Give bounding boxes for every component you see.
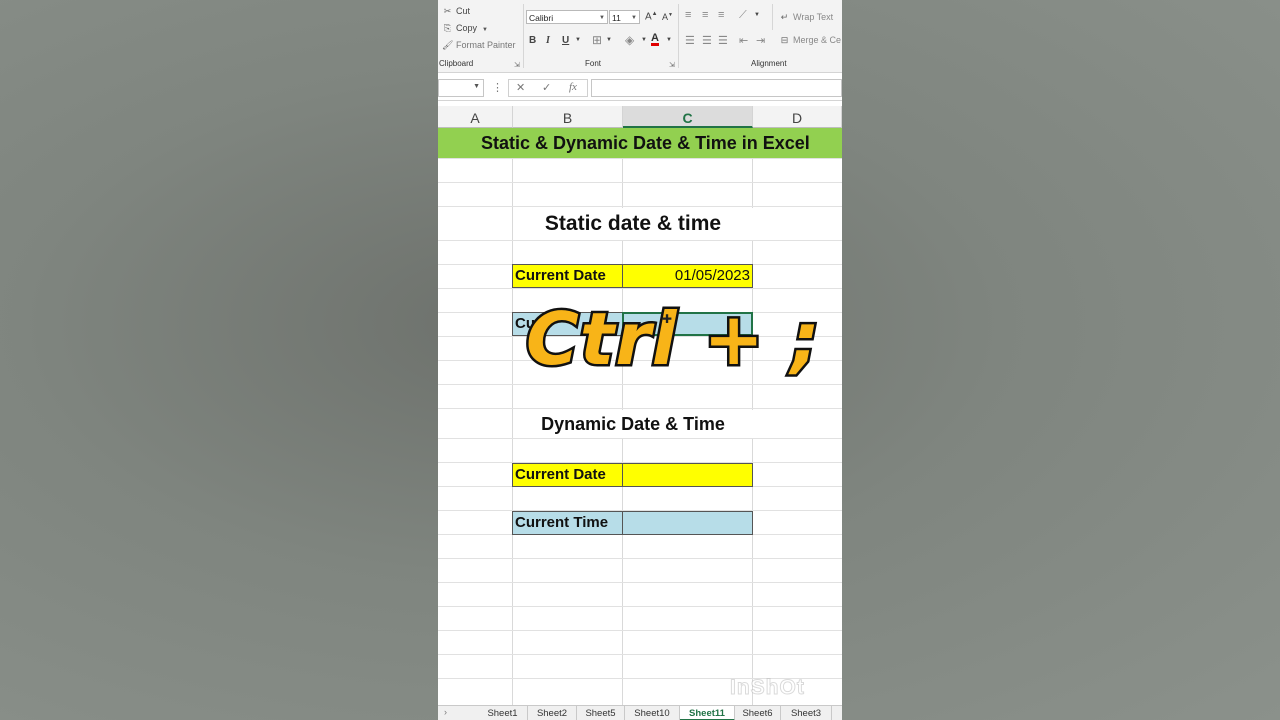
formula-menu-icon: ⋮: [492, 82, 503, 94]
font-color-dropdown-icon[interactable]: ▼: [666, 37, 672, 43]
gridline: [438, 558, 842, 559]
static-heading[interactable]: Static date & time: [513, 208, 753, 240]
wrap-text-button[interactable]: ↵ Wrap Text: [779, 12, 833, 23]
static-date-label[interactable]: Current Date: [512, 264, 624, 288]
worksheet-grid[interactable]: A B C D Static & Dynamic Date & Time in …: [438, 106, 842, 705]
align-top-icon[interactable]: ≡: [685, 9, 691, 21]
formula-input[interactable]: [591, 79, 842, 97]
gridline: [438, 182, 842, 183]
dynamic-time-label[interactable]: Current Time: [512, 511, 624, 535]
clipboard-group-label: Clipboard: [439, 59, 474, 68]
orientation-dropdown-icon[interactable]: ▼: [754, 12, 760, 18]
name-box[interactable]: ▼: [438, 79, 484, 97]
tab-sheet11[interactable]: Sheet11: [680, 706, 735, 720]
gridline: [438, 438, 842, 439]
fill-dropdown-icon[interactable]: ▼: [641, 37, 647, 43]
copy-button[interactable]: ⎘ Copy ▼: [442, 23, 488, 34]
tab-sheet5[interactable]: Sheet5: [577, 706, 625, 720]
gridline: [438, 240, 842, 241]
chevron-down-icon: ▼: [473, 83, 480, 90]
gridline: [438, 158, 842, 159]
align-left-icon[interactable]: ☰: [685, 34, 695, 47]
tab-sheet3[interactable]: Sheet3: [781, 706, 832, 720]
column-header-a[interactable]: A: [438, 106, 513, 128]
static-date-value[interactable]: 01/05/2023: [622, 264, 753, 288]
dynamic-date-value[interactable]: [622, 463, 753, 487]
clipboard-launcher-icon[interactable]: ⇲: [514, 61, 520, 69]
tab-sheet2[interactable]: Sheet2: [528, 706, 577, 720]
shortcut-overlay-text: Ctrl + ;: [524, 295, 823, 384]
tab-sheet6[interactable]: Sheet6: [735, 706, 781, 720]
borders-icon[interactable]: ⊞: [592, 33, 602, 47]
font-size-select[interactable]: 11 ▼: [609, 10, 640, 24]
gridline: [438, 384, 842, 385]
alignment-group-label: Alignment: [751, 59, 787, 68]
decrease-indent-icon[interactable]: ⇤: [739, 34, 748, 47]
enter-icon[interactable]: ✓: [542, 81, 551, 94]
insert-function-icon[interactable]: fx: [569, 81, 577, 93]
orientation-icon[interactable]: ⟋: [739, 9, 747, 22]
underline-button[interactable]: U: [562, 35, 569, 46]
cancel-icon[interactable]: ✕: [516, 81, 525, 94]
tab-sheet10[interactable]: Sheet10: [625, 706, 680, 720]
cell-cursor-icon: ✚: [662, 312, 673, 326]
italic-button[interactable]: I: [546, 35, 550, 46]
excel-window: ✂ Cut ⎘ Copy ▼ 🖌 Format Painter Clipboard ⇲ …: [438, 0, 842, 720]
shrink-font-button[interactable]: A▼: [662, 12, 673, 22]
gridline: [438, 606, 842, 607]
group-divider: [772, 4, 773, 30]
merge-center-button[interactable]: ⊟ Merge & Ce: [779, 35, 841, 46]
column-header-d[interactable]: D: [753, 106, 842, 128]
cut-button[interactable]: ✂ Cut: [442, 6, 470, 17]
column-header-c[interactable]: C: [623, 106, 753, 128]
sheet-tabs: › Sheet1 Sheet2 Sheet5 Sheet10 Sheet11 S…: [438, 705, 842, 720]
font-group-label: Font: [585, 59, 602, 68]
align-middle-icon[interactable]: ≡: [702, 9, 708, 21]
increase-indent-icon[interactable]: ⇥: [756, 34, 765, 47]
bold-button[interactable]: B: [529, 35, 536, 46]
chevron-down-icon: ▼: [631, 15, 637, 21]
underline-dropdown-icon[interactable]: ▼: [575, 37, 581, 43]
dynamic-heading[interactable]: Dynamic Date & Time: [513, 410, 753, 438]
font-launcher-icon[interactable]: ⇲: [669, 61, 675, 69]
fill-color-icon[interactable]: ◈: [625, 33, 634, 47]
group-divider: [523, 4, 524, 68]
title-banner[interactable]: Static & Dynamic Date & Time in Excel: [438, 128, 842, 158]
brush-icon: 🖌: [442, 40, 454, 50]
copy-icon: ⎘: [443, 23, 452, 33]
tab-scroll-right-icon[interactable]: ›: [444, 707, 447, 717]
scissors-icon: ✂: [443, 6, 452, 16]
align-right-icon[interactable]: ☰: [718, 34, 728, 47]
font-color-button[interactable]: A: [651, 33, 659, 46]
ribbon: ✂ Cut ⎘ Copy ▼ 🖌 Format Painter Clipboard ⇲ …: [438, 0, 842, 73]
gridline: [438, 630, 842, 631]
borders-dropdown-icon[interactable]: ▼: [606, 37, 612, 43]
column-header-b[interactable]: B: [513, 106, 623, 128]
watermark: InShOt: [730, 676, 805, 700]
align-center-icon[interactable]: ☰: [702, 34, 712, 47]
font-name-select[interactable]: Calibri ▼: [526, 10, 608, 24]
dynamic-time-value[interactable]: [622, 511, 753, 535]
dynamic-date-label[interactable]: Current Date: [512, 463, 624, 487]
tab-sheet1[interactable]: Sheet1: [478, 706, 528, 720]
gridline: [438, 654, 842, 655]
format-painter-button[interactable]: 🖌 Format Painter: [442, 40, 516, 51]
gridline: [438, 206, 842, 207]
formula-bar: ▼ ⋮ ✕ ✓ fx: [438, 76, 842, 101]
merge-icon: ⊟: [780, 35, 789, 45]
wrap-text-icon: ↵: [780, 12, 789, 22]
gridline: [438, 288, 842, 289]
chevron-down-icon: ▼: [599, 15, 605, 21]
gridline: [438, 408, 842, 409]
copy-dropdown-icon[interactable]: ▼: [482, 27, 488, 33]
gridline: [438, 582, 842, 583]
align-bottom-icon[interactable]: ≡: [718, 9, 724, 21]
grow-font-button[interactable]: A▲: [645, 11, 658, 22]
group-divider: [678, 4, 679, 68]
